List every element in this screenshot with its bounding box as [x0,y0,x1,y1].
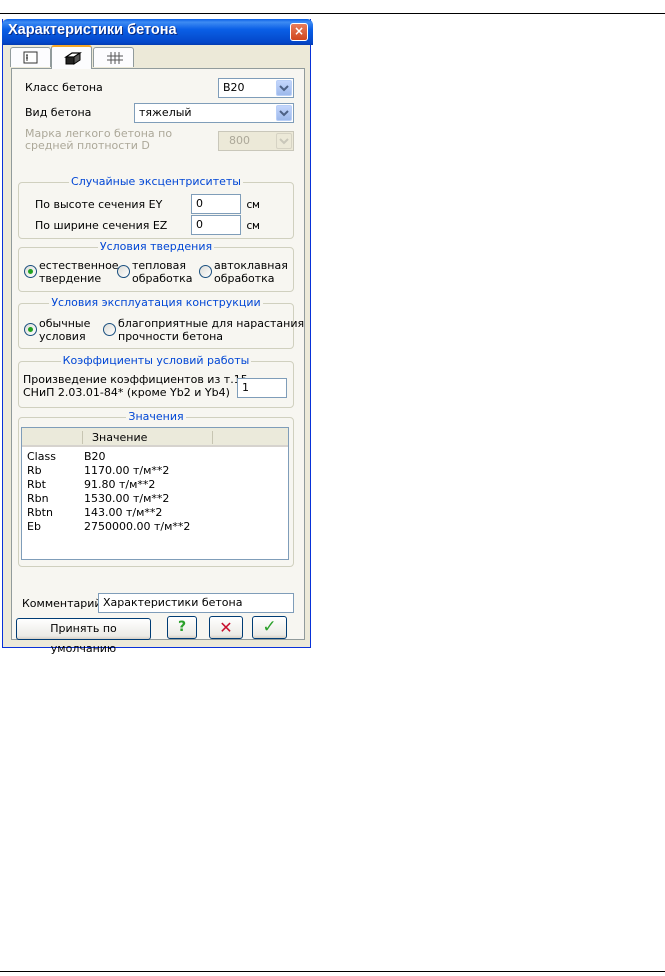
radio-normal-conditions[interactable] [24,323,37,336]
ok-icon: ✓ [262,617,277,637]
coefficients-label: Произведение коэффициентов из т.15 СНиП … [23,373,248,399]
tab-section[interactable] [51,45,92,69]
title-bar[interactable]: Характеристики бетона × [2,19,313,45]
cancel-icon: ✕ [219,618,233,637]
page-bottom-rule [0,971,665,972]
row-name: Class [27,450,56,463]
grade-select[interactable]: 800 [218,131,294,151]
row-value: 2750000.00 т/м**2 [84,520,191,533]
eccentricities-title: Случайные эксцентриситеты [69,175,243,188]
operation-group: Условия эксплуатация конструкции обычные… [18,296,304,349]
eccentricities-group: Случайные эксцентриситеты По высоте сече… [18,175,294,239]
natural-hardening-line1: естественное [39,259,119,272]
rebar-grid-icon [107,52,123,64]
radio-autoclave[interactable] [199,265,212,278]
hardening-group: Условия твердения естественное твердение… [18,240,294,292]
favorable-conditions-label[interactable]: благоприятные для нарастания прочности б… [118,317,304,343]
cube-icon [64,52,82,65]
autoclave-line2: обработка [214,272,275,285]
section-tab-panel: Класс бетона B20 Вид бетона тяжелый Марк… [11,68,305,640]
grade-dropdown-icon[interactable] [276,133,292,149]
class-label: Класс бетона [25,81,103,94]
hardening-title: Условия твердения [97,240,215,253]
page-top-rule [0,13,665,14]
concrete-properties-dialog: Характеристики бетона × Класс бетона B20… [2,19,313,655]
ez-unit: см [246,219,260,232]
operation-title: Условия эксплуатация конструкции [49,296,263,309]
coefficients-label-line1: Произведение коэффициентов из т.15 [23,373,248,386]
favorable-conditions-line1: благоприятные для нарастания [118,317,305,330]
coefficients-label-line2: СНиП 2.03.01-84* (кроме Yb2 и Yb4) [23,386,230,399]
grade-select-value: 800 [229,134,250,147]
favorable-conditions-line2: прочности бетона [118,330,224,343]
value-column-header[interactable]: Значение [92,431,147,444]
normal-conditions-line2: условия [39,330,86,343]
comment-label: Комментарий [22,597,102,610]
type-label: Вид бетона [25,106,92,119]
class-dropdown-icon[interactable] [276,80,292,96]
ez-label: По ширине сечения EZ [35,219,168,232]
normal-conditions-label[interactable]: обычные условия [39,317,90,343]
row-name: Rbn [27,492,49,505]
coefficients-title: Коэффициенты условий работы [60,354,252,367]
list-icon [23,51,38,64]
row-value: B20 [84,450,106,463]
help-icon: ? [177,619,187,635]
row-value: 1170.00 т/м**2 [84,464,170,477]
radio-favorable-conditions[interactable] [103,323,116,336]
class-select-value: B20 [223,81,245,94]
help-button[interactable]: ? [167,616,197,639]
heat-treatment-label[interactable]: тепловая обработка [132,259,193,285]
radio-natural-hardening[interactable] [24,265,37,278]
normal-conditions-line1: обычные [39,317,91,330]
type-select[interactable]: тяжелый [134,103,294,123]
radio-heat-treatment[interactable] [117,265,130,278]
values-list[interactable]: Значение Class B20 Rb 1170.00 т/м**2 Rbt… [21,427,289,560]
row-name: Eb [27,520,41,533]
ok-button[interactable]: ✓ [252,616,287,639]
ey-input[interactable]: 0 [191,194,241,214]
heat-treatment-line1: тепловая [132,259,186,272]
ey-label: По высоте сечения EY [35,198,163,211]
type-dropdown-icon[interactable] [276,105,292,121]
coefficients-input[interactable]: 1 [237,378,287,398]
close-button[interactable]: × [290,23,308,41]
autoclave-label[interactable]: автоклавная обработка [214,259,288,285]
coefficients-group: Коэффициенты условий работы Произведение… [18,354,294,408]
class-select[interactable]: B20 [218,78,294,98]
row-value: 143.00 т/м**2 [84,506,163,519]
ey-unit: см [246,198,260,211]
heat-treatment-line2: обработка [132,272,193,285]
comment-input[interactable]: Характеристики бетона [98,593,294,613]
row-value: 1530.00 т/м**2 [84,492,170,505]
tab-list[interactable] [10,47,51,67]
natural-hardening-label[interactable]: естественное твердение [39,259,119,285]
ez-input[interactable]: 0 [191,215,241,235]
values-list-header: Значение [22,428,288,447]
natural-hardening-line2: твердение [39,272,102,285]
row-name: Rbt [27,478,46,491]
row-name: Rb [27,464,42,477]
tab-reinforcement[interactable] [93,47,134,67]
type-select-value: тяжелый [139,106,192,119]
autoclave-line1: автоклавная [214,259,288,272]
default-button[interactable]: Принять по умолчанию [16,618,151,655]
values-title: Значения [126,410,186,423]
cancel-button[interactable]: ✕ [209,616,243,639]
window-title: Характеристики бетона [8,22,177,38]
row-name: Rbtn [27,506,53,519]
grade-label-line2: средней плотности D [25,139,150,152]
row-value: 91.80 т/м**2 [84,478,156,491]
grade-label: Марка легкого бетона по средней плотност… [25,128,172,152]
